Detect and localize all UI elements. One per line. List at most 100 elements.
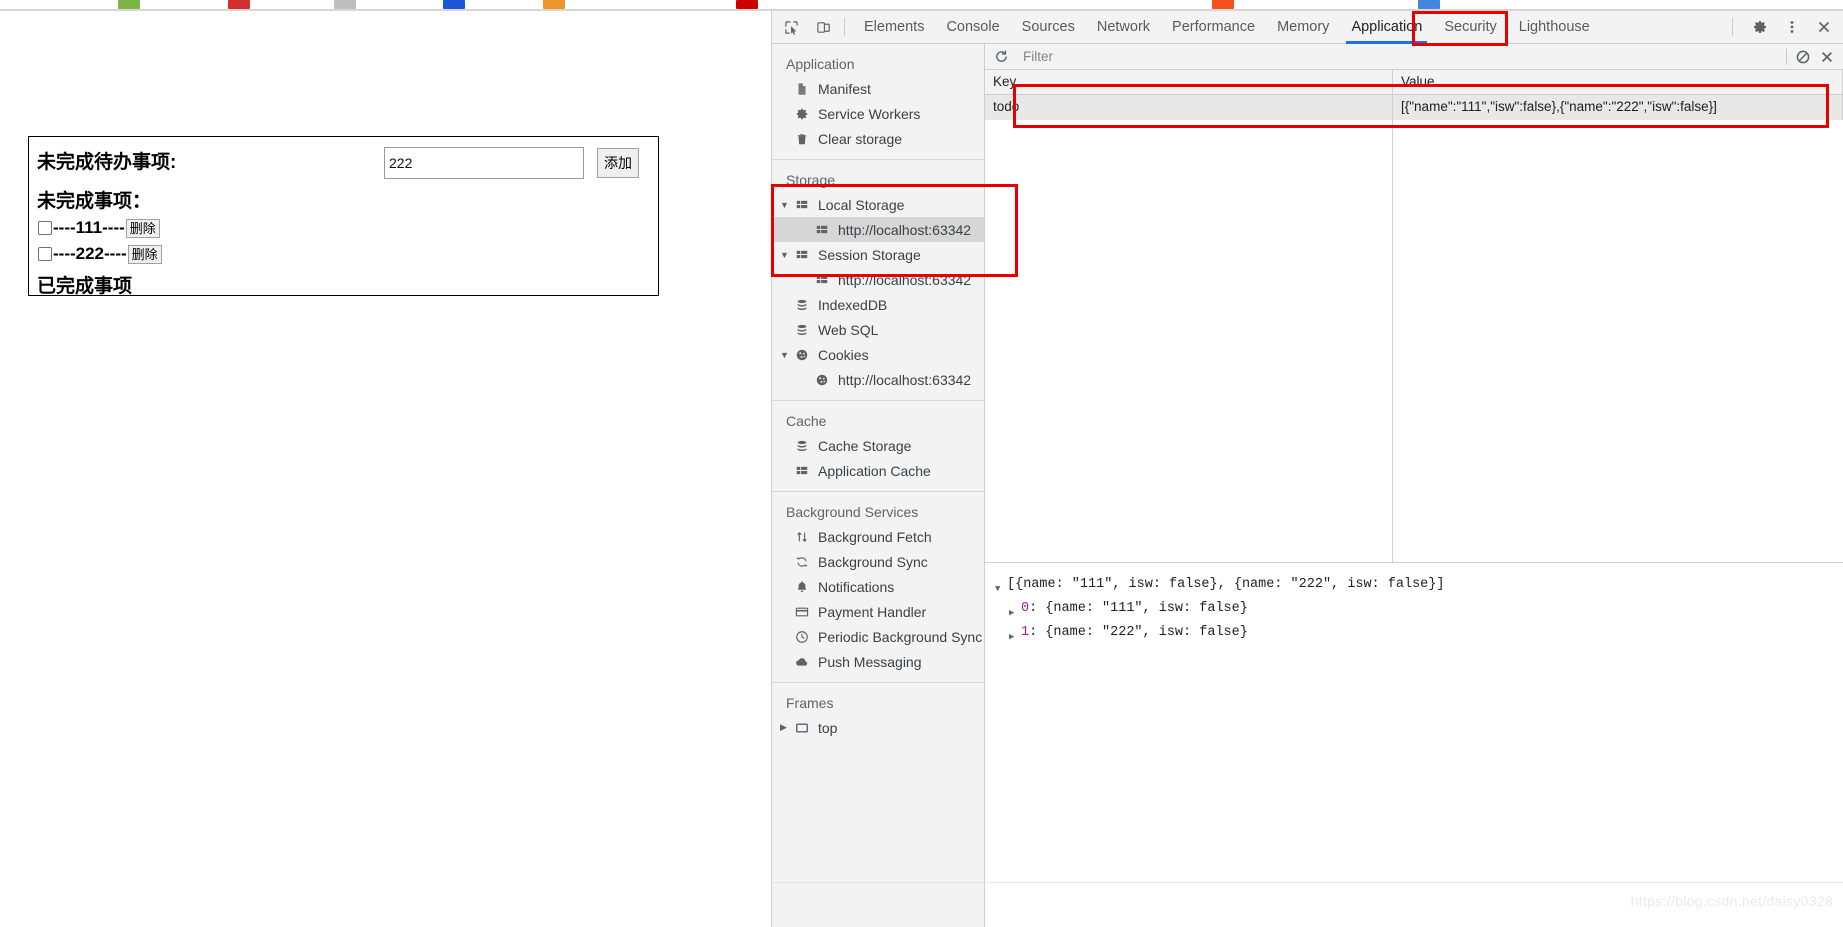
- sidebar-item-service-workers[interactable]: Service Workers: [772, 101, 984, 126]
- up-down-arrows-icon: [794, 529, 810, 545]
- bookmark-favicon[interactable]: [543, 0, 565, 9]
- filter-toolbar: [985, 44, 1843, 70]
- gear-icon[interactable]: [1747, 14, 1773, 40]
- column-header-value[interactable]: Value: [1393, 70, 1843, 94]
- sidebar-item-http-localhost-63342[interactable]: http://localhost:63342: [772, 367, 984, 392]
- cookie-icon: [794, 347, 810, 363]
- tab-memory[interactable]: Memory: [1266, 11, 1340, 44]
- close-icon[interactable]: [1815, 46, 1839, 68]
- sidebar-item-label: Session Storage: [818, 246, 921, 263]
- tab-security[interactable]: Security: [1433, 11, 1507, 44]
- filler-value-column: [1393, 145, 1843, 562]
- tab-network[interactable]: Network: [1086, 11, 1161, 44]
- bookmark-favicon[interactable]: [228, 0, 250, 9]
- document-icon: [794, 81, 810, 97]
- preview-child-line[interactable]: ▶ 1: {name: "222", isw: false}: [995, 623, 1843, 647]
- bookmark-favicon[interactable]: [334, 0, 356, 9]
- sidebar-section-title: Application: [786, 56, 855, 72]
- close-icon[interactable]: [1811, 14, 1837, 40]
- storage-main-pane: Key Value todo [{"name":"111","isw":fals…: [985, 44, 1843, 927]
- tab-sources[interactable]: Sources: [1011, 11, 1086, 44]
- sidebar-section-title: Frames: [786, 695, 834, 711]
- tab-performance[interactable]: Performance: [1161, 11, 1266, 44]
- sidebar-item-web-sql[interactable]: Web SQL: [772, 317, 984, 342]
- table-row[interactable]: todo [{"name":"111","isw":false},{"name"…: [985, 95, 1843, 120]
- bookmark-favicon[interactable]: [736, 0, 758, 9]
- sidebar-item-background-sync[interactable]: Background Sync: [772, 549, 984, 574]
- chevron-right-icon[interactable]: ▶: [1009, 623, 1021, 647]
- page-title: 未完成待办事项:: [37, 152, 177, 173]
- tab-application[interactable]: Application: [1340, 11, 1433, 44]
- sidebar-divider: [772, 682, 984, 683]
- column-header-key[interactable]: Key: [985, 70, 1393, 94]
- sidebar-section-title: Storage: [786, 172, 836, 188]
- todo-item-label: ----111----: [53, 218, 125, 237]
- sidebar-item-payment-handler[interactable]: Payment Handler: [772, 599, 984, 624]
- sidebar-item-notifications[interactable]: Notifications: [772, 574, 984, 599]
- chevron-down-icon[interactable]: ▼: [780, 250, 790, 260]
- sidebar-item-label: Payment Handler: [818, 603, 927, 620]
- todo-checkbox[interactable]: [38, 221, 52, 235]
- table-icon: [794, 197, 810, 213]
- add-todo-button[interactable]: 添加: [597, 148, 639, 178]
- todo-input[interactable]: [384, 147, 584, 179]
- sidebar-item-top[interactable]: ▶ top: [772, 715, 984, 740]
- cell-key-empty: [985, 120, 1393, 145]
- bookmark-favicon[interactable]: [443, 0, 465, 9]
- sidebar-item-label: Service Workers: [818, 105, 921, 122]
- sidebar-item-label: Manifest: [818, 80, 871, 97]
- status-bar-divider: [772, 882, 1843, 883]
- sidebar-item-cookies[interactable]: ▼ Cookies: [772, 342, 984, 367]
- preview-child-text: : {name: "222", isw: false}: [1029, 625, 1248, 640]
- todo-item-label: ----222----: [53, 244, 127, 263]
- preview-root-text: [{name: "111", isw: false}, {name: "222"…: [1007, 577, 1445, 592]
- inspect-element-icon[interactable]: [778, 14, 804, 40]
- bookmark-favicon[interactable]: [1418, 0, 1440, 9]
- delete-todo-button[interactable]: 删除: [127, 244, 162, 264]
- no-entry-icon[interactable]: [1791, 46, 1815, 68]
- sidebar-item-http-localhost-63342[interactable]: http://localhost:63342: [772, 267, 984, 292]
- sidebar-item-periodic-background-sync[interactable]: Periodic Background Sync: [772, 624, 984, 649]
- bookmark-favicon[interactable]: [1212, 0, 1234, 9]
- clock-icon: [794, 629, 810, 645]
- more-vertical-icon[interactable]: [1779, 14, 1805, 40]
- todo-checkbox[interactable]: [38, 247, 52, 261]
- preview-child-line[interactable]: ▶ 0: {name: "111", isw: false}: [995, 599, 1843, 623]
- preview-child-index: 1: [1021, 625, 1030, 640]
- pending-heading: 未完成事项：: [37, 191, 152, 212]
- preview-child-text: : {name: "111", isw: false}: [1029, 601, 1248, 616]
- chevron-down-icon[interactable]: ▼: [780, 350, 790, 360]
- preview-root-line[interactable]: ▼ [{name: "111", isw: false}, {name: "222…: [995, 575, 1843, 599]
- sidebar-item-http-localhost-63342[interactable]: http://localhost:63342: [772, 217, 984, 242]
- sidebar-item-manifest[interactable]: Manifest: [772, 76, 984, 101]
- table-empty-row[interactable]: [985, 120, 1843, 145]
- delete-todo-button[interactable]: 删除: [125, 218, 160, 238]
- sidebar-item-cache-storage[interactable]: Cache Storage: [772, 433, 984, 458]
- sidebar-item-push-messaging[interactable]: Push Messaging: [772, 649, 984, 674]
- sync-icon: [794, 554, 810, 570]
- filter-input[interactable]: [1021, 45, 1782, 68]
- tab-elements[interactable]: Elements: [853, 11, 935, 44]
- toolbar-divider: [1732, 18, 1733, 36]
- sidebar-item-application-cache[interactable]: Application Cache: [772, 458, 984, 483]
- bookmark-favicon[interactable]: [118, 0, 140, 9]
- chevron-right-icon[interactable]: ▶: [780, 722, 790, 733]
- sidebar-item-indexeddb[interactable]: IndexedDB: [772, 292, 984, 317]
- refresh-icon[interactable]: [989, 46, 1013, 68]
- filler-key-column: [985, 145, 1393, 562]
- chevron-down-icon[interactable]: ▼: [995, 575, 1007, 599]
- cell-value: [{"name":"111","isw":false},{"name":"222…: [1393, 95, 1843, 120]
- device-toolbar-icon[interactable]: [810, 14, 836, 40]
- sidebar-item-session-storage[interactable]: ▼ Session Storage: [772, 242, 984, 267]
- chevron-right-icon[interactable]: ▶: [1009, 599, 1021, 623]
- sidebar-item-local-storage[interactable]: ▼ Local Storage: [772, 192, 984, 217]
- sidebar-item-label: Clear storage: [818, 130, 903, 147]
- application-sidebar: Application Manifest Service Workers Clear …: [772, 44, 985, 927]
- tab-console[interactable]: Console: [935, 11, 1010, 44]
- todo-item-row: ----222---- 删除: [37, 243, 658, 265]
- sidebar-item-background-fetch[interactable]: Background Fetch: [772, 524, 984, 549]
- tab-lighthouse[interactable]: Lighthouse: [1508, 11, 1601, 44]
- chevron-down-icon[interactable]: ▼: [780, 200, 790, 210]
- cloud-icon: [794, 654, 810, 670]
- sidebar-item-clear-storage[interactable]: Clear storage: [772, 126, 984, 151]
